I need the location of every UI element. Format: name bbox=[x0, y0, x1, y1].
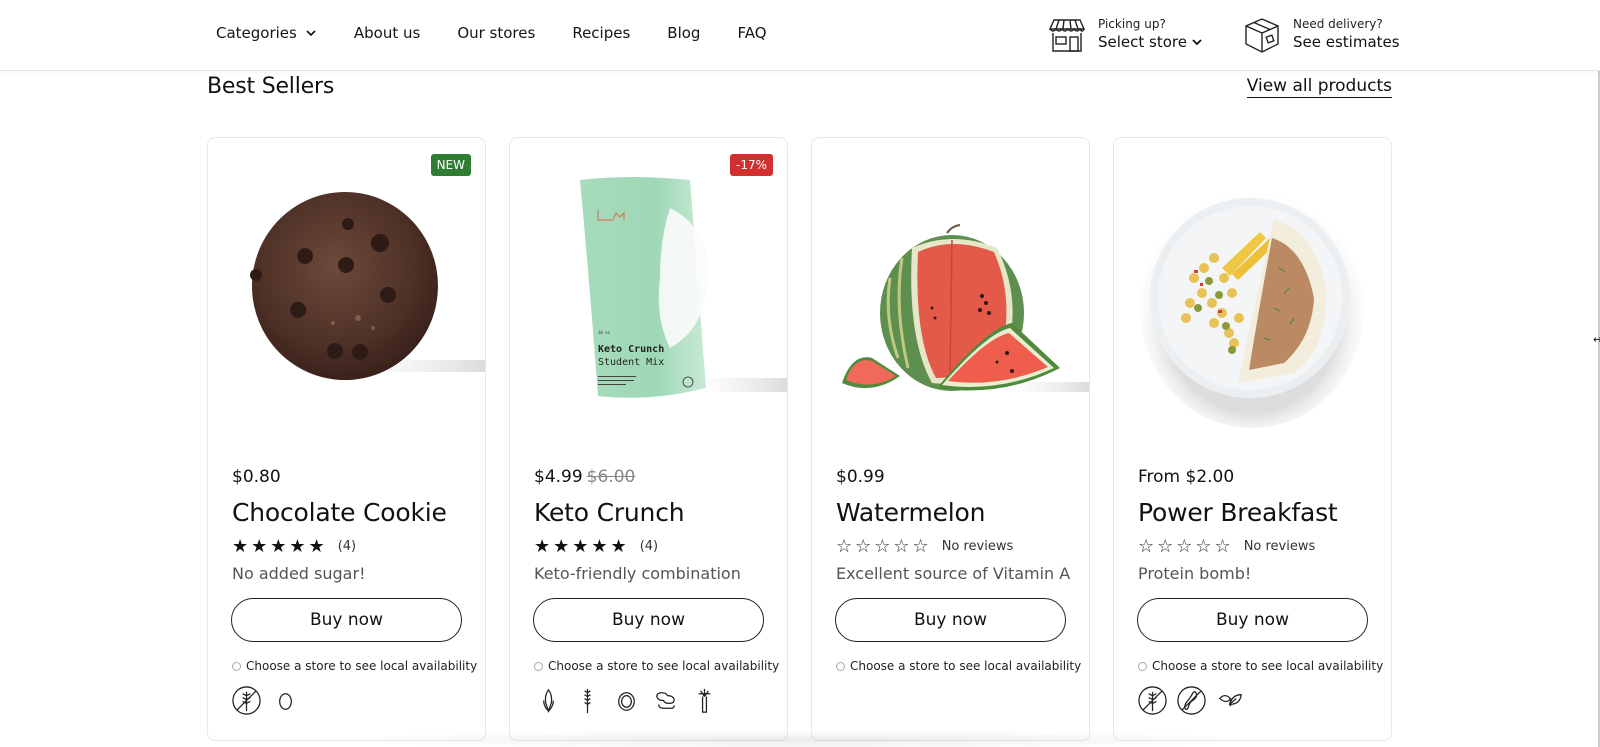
availability-status-icon bbox=[1138, 661, 1147, 671]
nav-blog[interactable]: Blog bbox=[667, 24, 700, 42]
section-title: Best Sellers bbox=[207, 74, 335, 99]
availability-text: Choose a store to see local availability bbox=[850, 659, 1082, 673]
main-nav: Categories About us Our stores Recipes B… bbox=[216, 24, 804, 42]
select-store-button[interactable]: Select store bbox=[1098, 32, 1203, 52]
product-description: Excellent source of Vitamin A bbox=[836, 564, 1071, 583]
nut-icon bbox=[618, 692, 635, 711]
product-description: No added sugar! bbox=[232, 564, 366, 583]
storefront-icon bbox=[1048, 19, 1086, 52]
availability-note: Choose a store to see local availability bbox=[232, 659, 477, 673]
wheat-icon bbox=[584, 688, 591, 714]
product-price: $0.80 bbox=[232, 467, 281, 487]
product-name[interactable]: Power Breakfast bbox=[1138, 498, 1338, 527]
nav-our-stores[interactable]: Our stores bbox=[457, 24, 535, 42]
peanut-free-icon bbox=[1177, 686, 1206, 715]
availability-status-icon bbox=[534, 661, 543, 671]
chevron-down-icon bbox=[1192, 39, 1202, 46]
buy-now-button[interactable]: Buy now bbox=[1137, 598, 1368, 642]
new-badge: NEW bbox=[430, 154, 471, 176]
star-rating-empty-icon: ☆☆☆☆☆ bbox=[836, 536, 932, 557]
power-breakfast-plate-image[interactable] bbox=[1114, 138, 1391, 438]
product-rating: ★★★★★ (4) bbox=[534, 536, 658, 557]
current-price: From $2.00 bbox=[1138, 467, 1235, 487]
buy-now-button[interactable]: Buy now bbox=[231, 598, 462, 642]
availability-text: Choose a store to see local availability bbox=[1152, 659, 1384, 673]
product-price: $4.99 $6.00 bbox=[534, 467, 635, 487]
product-card[interactable]: 10 oz Keto Crunch Student Mix -17% $4.99… bbox=[509, 137, 788, 741]
package-box-icon bbox=[1245, 18, 1279, 53]
current-price: $4.99 bbox=[534, 467, 583, 487]
buy-now-button[interactable]: Buy now bbox=[835, 598, 1066, 642]
nav-categories-label: Categories bbox=[216, 24, 297, 42]
product-name[interactable]: Chocolate Cookie bbox=[232, 498, 447, 527]
pickup-label: Picking up? bbox=[1098, 17, 1166, 31]
product-rating: ★★★★★ (4) bbox=[232, 536, 356, 557]
dietary-icons bbox=[231, 685, 309, 716]
product-card[interactable]: $0.99 Watermelon ☆☆☆☆☆ No reviews Excell… bbox=[811, 137, 1090, 741]
keto-crunch-bag-image[interactable]: 10 oz Keto Crunch Student Mix bbox=[510, 138, 787, 438]
celery-icon bbox=[698, 688, 711, 713]
package-title-line2: Student Mix bbox=[598, 357, 664, 368]
buy-now-button[interactable]: Buy now bbox=[533, 598, 764, 642]
pickup-selector[interactable]: Picking up? Select store bbox=[1048, 16, 1203, 54]
review-count: No reviews bbox=[941, 539, 1014, 554]
nav-about-us[interactable]: About us bbox=[354, 24, 420, 42]
package-weight: 10 oz bbox=[598, 330, 611, 335]
availability-status-icon bbox=[836, 661, 845, 671]
discount-badge: -17% bbox=[729, 154, 773, 176]
egg-icon bbox=[279, 693, 292, 710]
product-price: From $2.00 bbox=[1138, 467, 1234, 487]
availability-note: Choose a store to see local availability bbox=[534, 659, 779, 673]
chocolate-cookie-image[interactable] bbox=[208, 138, 485, 438]
peanut-icon bbox=[656, 692, 675, 709]
select-store-label: Select store bbox=[1098, 33, 1187, 51]
product-card[interactable]: NEW $0.80 Chocolate Cookie ★★★★★ (4) No … bbox=[207, 137, 486, 741]
star-rating-empty-icon: ☆☆☆☆☆ bbox=[1138, 536, 1234, 557]
product-name[interactable]: Watermelon bbox=[836, 498, 985, 527]
bottom-shadow bbox=[310, 730, 1290, 747]
product-card[interactable]: From $2.00 Power Breakfast ☆☆☆☆☆ No revi… bbox=[1113, 137, 1392, 741]
star-rating-filled-icon: ★★★★★ bbox=[232, 536, 328, 557]
review-count: No reviews bbox=[1243, 539, 1316, 554]
dietary-icons bbox=[1137, 685, 1254, 716]
see-estimates-link[interactable]: See estimates bbox=[1293, 32, 1400, 52]
view-all-products-link[interactable]: View all products bbox=[1246, 76, 1392, 98]
review-count[interactable]: (4) bbox=[338, 539, 356, 554]
vegan-leaf-icon bbox=[1218, 694, 1242, 707]
corn-icon bbox=[543, 688, 554, 714]
nav-faq[interactable]: FAQ bbox=[737, 24, 766, 42]
current-price: $0.99 bbox=[836, 467, 885, 487]
watermelon-image[interactable] bbox=[812, 138, 1089, 438]
product-name[interactable]: Keto Crunch bbox=[534, 498, 685, 527]
availability-note: Choose a store to see local availability bbox=[836, 659, 1081, 673]
site-header: Categories About us Our stores Recipes B… bbox=[0, 0, 1600, 71]
availability-note: Choose a store to see local availability bbox=[1138, 659, 1383, 673]
resize-cursor-icon: ↔ bbox=[1593, 333, 1600, 346]
dietary-icons bbox=[533, 685, 728, 716]
availability-text: Choose a store to see local availability bbox=[246, 659, 478, 673]
gluten-free-icon bbox=[1138, 686, 1167, 715]
star-rating-filled-icon: ★★★★★ bbox=[534, 536, 630, 557]
product-price: $0.99 bbox=[836, 467, 885, 487]
product-rating: ☆☆☆☆☆ No reviews bbox=[1138, 536, 1315, 557]
review-count[interactable]: (4) bbox=[640, 539, 658, 554]
product-description: Protein bomb! bbox=[1138, 564, 1252, 583]
nav-recipes[interactable]: Recipes bbox=[572, 24, 630, 42]
delivery-estimates[interactable]: Need delivery? See estimates bbox=[1243, 16, 1400, 54]
original-price: $6.00 bbox=[586, 467, 636, 487]
product-rating: ☆☆☆☆☆ No reviews bbox=[836, 536, 1013, 557]
nav-categories[interactable]: Categories bbox=[216, 24, 317, 42]
delivery-label: Need delivery? bbox=[1293, 17, 1383, 31]
package-title-line1: Keto Crunch bbox=[598, 344, 664, 355]
availability-status-icon bbox=[232, 661, 241, 671]
chevron-down-icon bbox=[306, 30, 316, 37]
current-price: $0.80 bbox=[232, 467, 281, 487]
availability-text: Choose a store to see local availability bbox=[548, 659, 780, 673]
product-description: Keto-friendly combination bbox=[534, 564, 741, 583]
gluten-free-icon bbox=[232, 686, 261, 715]
